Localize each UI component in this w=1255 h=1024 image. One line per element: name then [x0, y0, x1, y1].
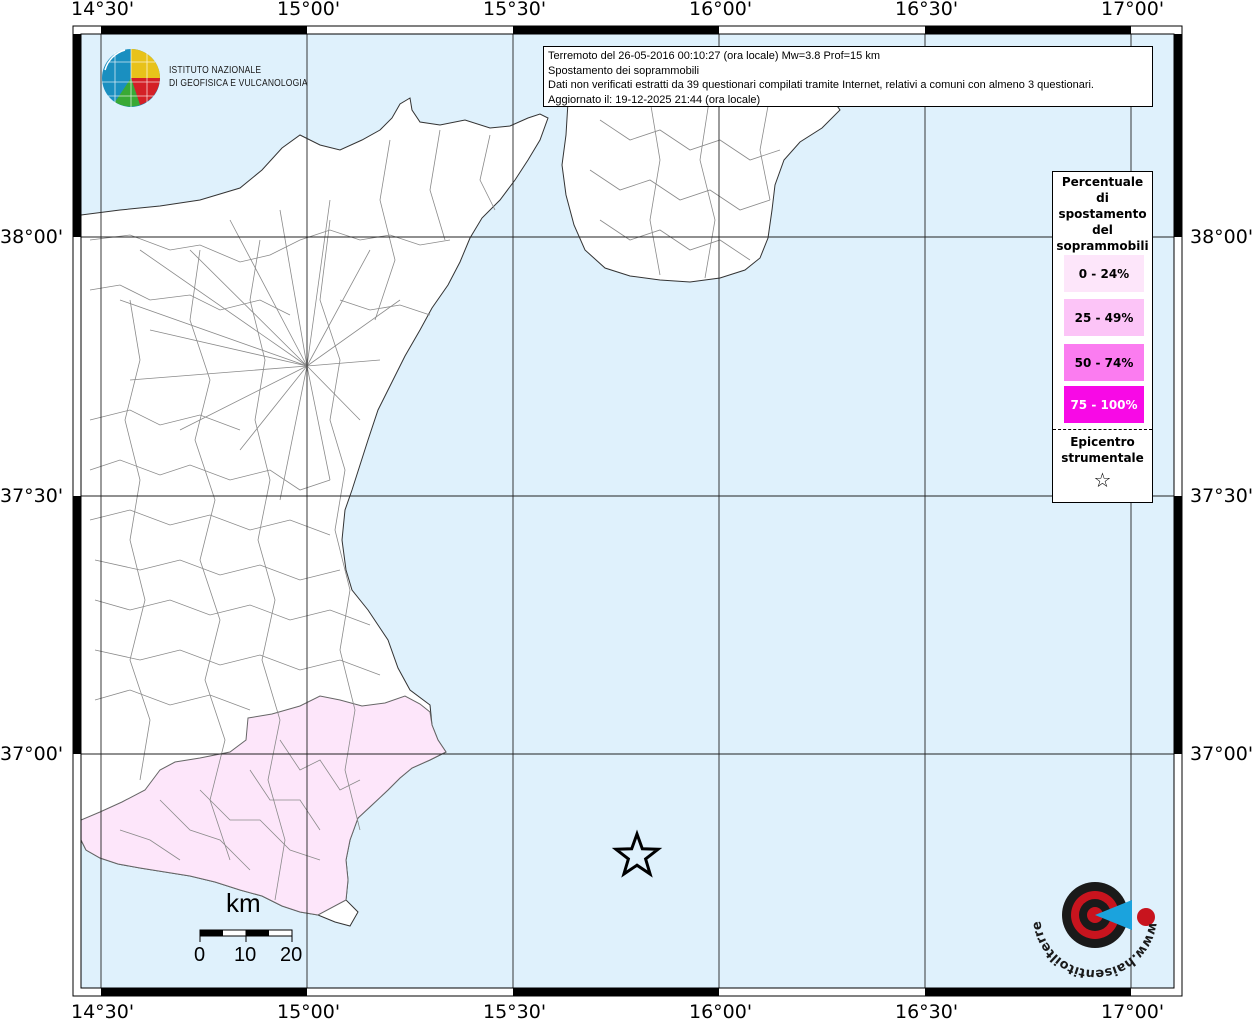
lon-label-bottom: 17°00': [1101, 1001, 1165, 1023]
lat-label-right: 38°00': [1190, 226, 1254, 248]
lon-label-top: 15°00': [277, 0, 341, 20]
haisentito-logo-url: www.haisentitoilterremoto.it: [1030, 850, 1160, 980]
lon-label-top: 16°30': [895, 0, 959, 20]
scale-tick-label: 10: [234, 944, 257, 966]
lat-label-left: 38°00': [0, 226, 64, 248]
ingv-name-line2: DI GEOFISICA E VULCANOLOGIA: [169, 78, 308, 89]
scale-unit: km: [226, 888, 261, 918]
lon-label-bottom: 14°30': [71, 1001, 135, 1023]
ingv-name-line1: ISTITUTO NAZIONALE: [169, 65, 262, 76]
lat-label-right: 37°30': [1190, 485, 1254, 507]
lon-label-top: 17°00': [1101, 0, 1165, 20]
event-info-line: Aggiornato il: 19-12-2025 21:44 (ora loc…: [548, 93, 761, 106]
legend-item-50-74: 50 - 74%: [1064, 344, 1144, 381]
legend-item-75-100: 75 - 100%: [1064, 386, 1144, 423]
legend-separator: [1053, 429, 1152, 430]
event-info-line: Terremoto del 26-05-2016 00:10:27 (ora l…: [548, 50, 881, 62]
lon-label-top: 14°30': [71, 0, 135, 20]
lon-label-bottom: 15°30': [483, 1001, 547, 1023]
ingv-logo-icon: [102, 49, 160, 107]
lat-label-right: 37°00': [1190, 743, 1254, 765]
legend-item-25-49: 25 - 49%: [1064, 299, 1144, 336]
lon-label-bottom: 15°00': [277, 1001, 341, 1023]
lon-label-top: 16°00': [689, 0, 753, 20]
legend-title-line: Percentuale: [1061, 175, 1144, 189]
lon-label-bottom: 16°30': [895, 1001, 959, 1023]
legend-title-line: di: [1096, 191, 1109, 205]
legend-epicenter-label: Epicentro strumentale: [1053, 434, 1152, 466]
haisentito-logo-text: www.haisentitoilterremoto.it: [1030, 850, 1160, 980]
legend: Percentuale di spostamento del soprammob…: [1052, 171, 1153, 503]
legend-item-0-24: 0 - 24%: [1064, 255, 1144, 292]
scale-tick-label: 0: [194, 944, 206, 966]
event-info-line: Dati non verificati estratti da 39 quest…: [548, 79, 1094, 92]
svg-text:www.haisentitoilterremoto.it: www.haisentitoilterremoto.it: [1030, 850, 1160, 980]
ingv-logo-text: ISTITUTO NAZIONALE DI GEOFISICA E VULCAN…: [169, 64, 308, 90]
lat-label-left: 37°00': [0, 743, 64, 765]
legend-epicenter-line: Epicentro: [1070, 435, 1135, 449]
legend-title-line: soprammobili: [1056, 239, 1149, 253]
legend-title-line: spostamento: [1058, 207, 1147, 221]
legend-title: Percentuale di spostamento del soprammob…: [1053, 174, 1152, 254]
event-info-box: Terremoto del 26-05-2016 00:10:27 (ora l…: [543, 46, 1153, 107]
lat-label-left: 37°30': [0, 485, 64, 507]
legend-title-line: del: [1092, 223, 1113, 237]
lon-label-bottom: 16°00': [689, 1001, 753, 1023]
event-info-line: Spostamento dei soprammobili: [548, 64, 700, 77]
lon-label-top: 15°30': [483, 0, 547, 20]
star-outline-icon: ☆: [1093, 468, 1112, 492]
legend-epicenter-line: strumentale: [1061, 451, 1144, 465]
scale-tick-label: 20: [280, 944, 303, 966]
